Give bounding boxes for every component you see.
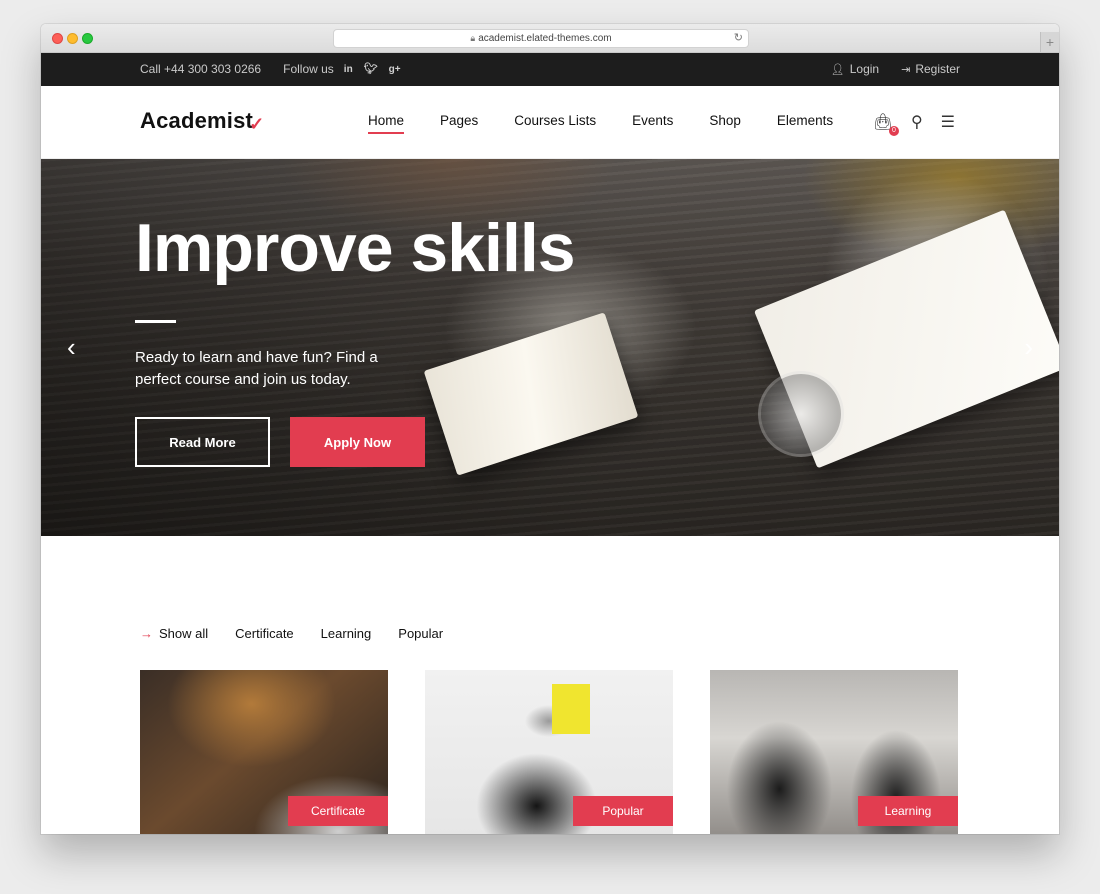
header-icons: 👜︎ 0 ⚲ ☰: [873, 112, 955, 136]
course-cards: Certificate Popular Learning: [140, 670, 958, 834]
course-filters: → Show all Certificate Learning Popular: [140, 626, 443, 641]
cart-button[interactable]: 👜︎ 0: [873, 112, 899, 136]
nav-elements[interactable]: Elements: [777, 113, 833, 132]
maximize-window-button[interactable]: [82, 33, 93, 44]
address-bar[interactable]: 🔒︎ academist.elated-themes.com ↻: [333, 29, 749, 48]
filter-show-all[interactable]: → Show all: [140, 626, 208, 641]
nav-pages[interactable]: Pages: [440, 113, 478, 132]
checkmark-icon: ✓: [249, 114, 265, 134]
course-card[interactable]: Popular: [425, 670, 673, 834]
login-label: Login: [849, 62, 880, 76]
card-tag[interactable]: Learning: [858, 796, 958, 826]
user-icon: 👤︎: [830, 64, 845, 76]
hero-buttons: Read More Apply Now: [135, 417, 575, 467]
follow-us-label: Follow us: [283, 62, 334, 76]
nav-courses-lists[interactable]: Courses Lists: [514, 113, 596, 132]
browser-window: 🔒︎ academist.elated-themes.com ↻ + Call +…: [41, 24, 1059, 834]
card-tag[interactable]: Certificate: [288, 796, 388, 826]
card-tag[interactable]: Popular: [573, 796, 673, 826]
linkedin-icon[interactable]: in: [344, 53, 353, 86]
main-nav: Home Pages Courses Lists Events Shop Ele…: [368, 113, 833, 134]
register-label: Register: [915, 62, 960, 76]
sign-in-icon: ⇥: [901, 64, 911, 76]
nav-events[interactable]: Events: [632, 113, 673, 132]
reload-icon[interactable]: ↻: [734, 30, 743, 47]
twitter-icon[interactable]: 🐦︎: [364, 53, 378, 86]
phone-text: Call +44 300 303 0266: [140, 62, 262, 76]
login-link[interactable]: 👤︎ Login: [831, 53, 879, 87]
read-more-button[interactable]: Read More: [135, 417, 270, 467]
hero-content: Improve skills Ready to learn and have f…: [135, 210, 576, 467]
close-window-button[interactable]: [52, 33, 63, 44]
social-links: in 🐦︎ g+: [344, 53, 401, 86]
browser-chrome: 🔒︎ academist.elated-themes.com ↻ +: [41, 24, 1059, 53]
filter-certificate[interactable]: Certificate: [235, 626, 294, 641]
nav-home[interactable]: Home: [368, 113, 405, 134]
logo-text: Academist: [140, 108, 254, 133]
nav-shop[interactable]: Shop: [709, 113, 741, 132]
filter-show-all-label: Show all: [159, 626, 209, 641]
filter-learning[interactable]: Learning: [321, 626, 372, 641]
poster-image: [552, 684, 590, 734]
course-card[interactable]: Learning: [710, 670, 958, 834]
google-plus-icon[interactable]: g+: [389, 53, 401, 86]
url-text: academist.elated-themes.com: [478, 33, 612, 44]
apply-now-button[interactable]: Apply Now: [290, 417, 425, 467]
minimize-window-button[interactable]: [67, 33, 78, 44]
hero-title: Improve skills: [135, 210, 576, 286]
cart-count-badge: 0: [888, 126, 899, 136]
menu-icon[interactable]: ☰: [941, 112, 955, 132]
prev-slide-arrow-icon[interactable]: ‹: [67, 334, 76, 360]
site-logo[interactable]: Academist✓: [140, 108, 264, 134]
top-bar: Call +44 300 303 0266 Follow us in 🐦︎ g+…: [41, 53, 1059, 86]
next-slide-arrow-icon[interactable]: ›: [1024, 334, 1033, 360]
hero-slider: ‹ › Improve skills Ready to learn and ha…: [41, 159, 1059, 536]
hero-divider: [135, 320, 176, 323]
new-tab-button[interactable]: +: [1040, 32, 1059, 52]
course-card[interactable]: Certificate: [140, 670, 388, 834]
hero-subtitle: Ready to learn and have fun? Find a perf…: [135, 349, 378, 388]
register-link[interactable]: ⇥ Register: [901, 53, 960, 87]
cup-image: [761, 374, 841, 454]
filter-popular[interactable]: Popular: [398, 626, 443, 641]
lock-icon: 🔒︎: [470, 33, 476, 43]
site-header: Academist✓ Home Pages Courses Lists Even…: [41, 86, 1059, 159]
search-icon[interactable]: ⚲: [911, 112, 923, 132]
arrow-right-icon: →: [140, 626, 153, 641]
